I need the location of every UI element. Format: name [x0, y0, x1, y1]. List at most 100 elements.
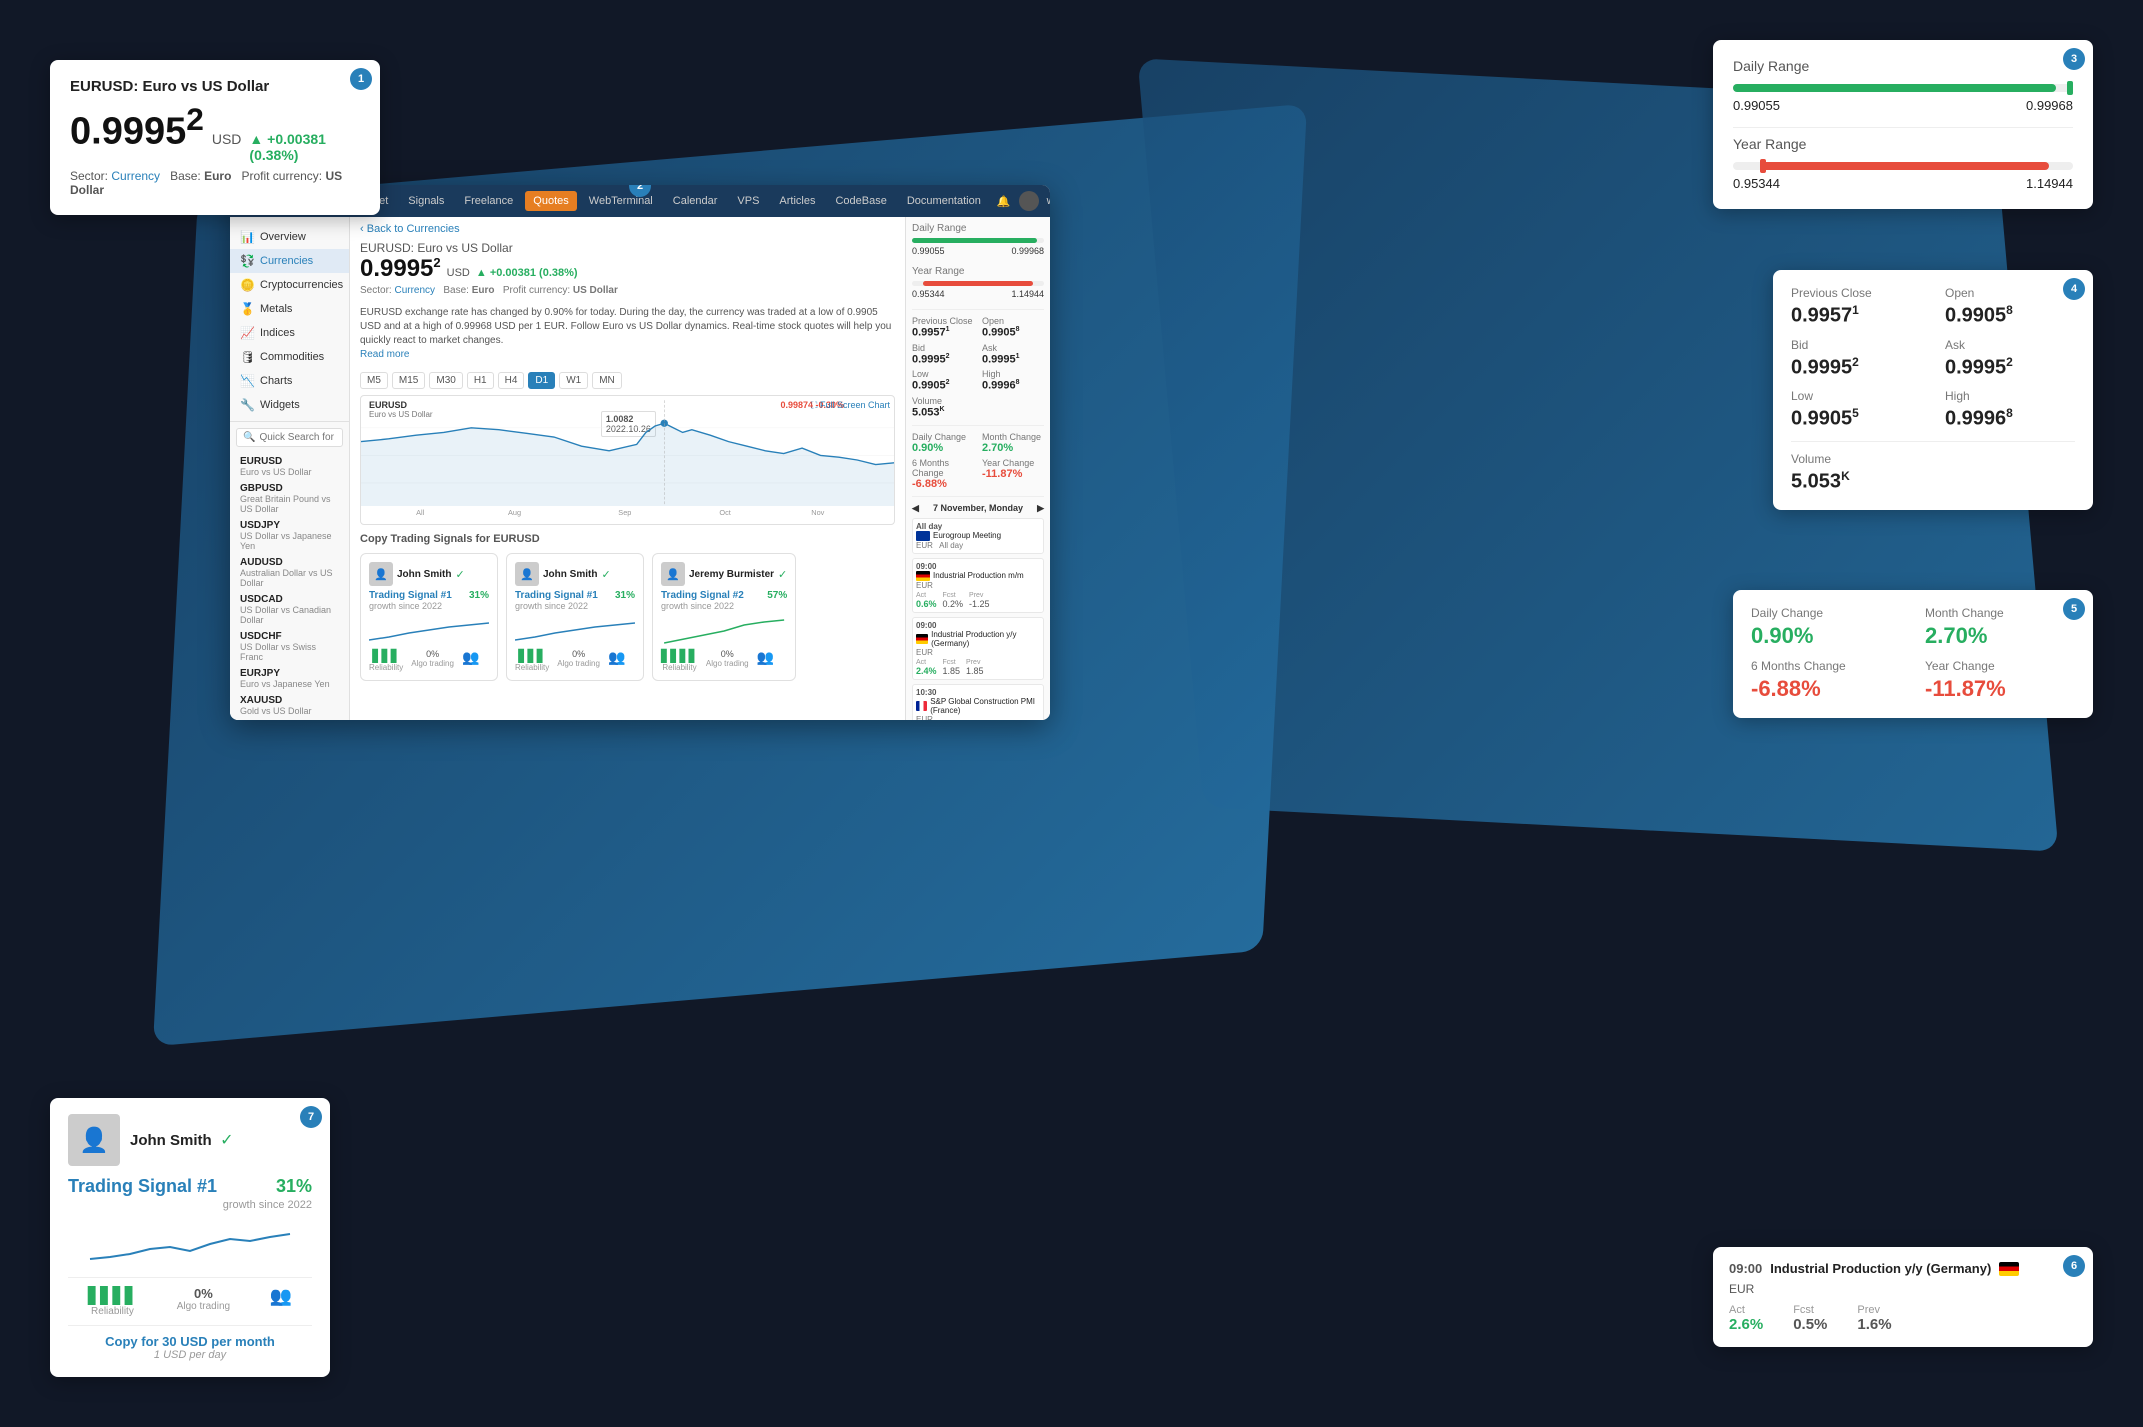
sidebar-item-commodities[interactable]: 🛢 Commodities	[230, 345, 349, 369]
sidebar-item-charts[interactable]: 📉 Charts	[230, 369, 349, 393]
economic-calendar: ◀ 7 November, Monday ▶ All day Eurogroup…	[912, 503, 1044, 720]
signal3-name[interactable]: Trading Signal #2	[661, 590, 744, 601]
panel-daily-change-lbl: Daily Change	[912, 432, 974, 442]
reliability-bars: ▋▋▋▋	[88, 1286, 137, 1306]
panel-daily-change: 0.90%	[912, 442, 974, 454]
read-more-link[interactable]: Read more	[360, 349, 409, 360]
signal-user-name: John Smith	[130, 1132, 212, 1149]
sidebar-item-overview[interactable]: 📊 Overview	[230, 225, 349, 249]
symbol-usdcad[interactable]: USDCAD US Dollar vs Canadian Dollar	[230, 591, 349, 628]
event-ind1-name: Industrial Production m/m	[933, 571, 1024, 580]
btn-m30[interactable]: M30	[429, 372, 462, 389]
event-industrial2[interactable]: 09:00 Industrial Production y/y (Germany…	[912, 617, 1044, 680]
nav-freelance[interactable]: Freelance	[456, 191, 521, 211]
search-input[interactable]	[259, 432, 336, 443]
volume-value: 5.053K	[1791, 469, 2075, 494]
btn-w1[interactable]: W1	[559, 372, 588, 389]
bid-label: Bid	[1791, 338, 1921, 352]
signal1-algo-label: Algo trading	[411, 659, 454, 668]
open-value: 0.99058	[1945, 303, 2075, 328]
card1-number: 1	[350, 68, 372, 90]
change-stats-card: 5 Daily Change 0.90% Month Change 2.70% …	[1733, 590, 2093, 718]
month-change-value: 2.70%	[1925, 623, 2075, 649]
btn-mn[interactable]: MN	[592, 372, 622, 389]
btn-h1[interactable]: H1	[467, 372, 494, 389]
btn-m15[interactable]: M15	[392, 372, 425, 389]
event-meeting-name: Eurogroup Meeting	[933, 531, 1001, 540]
panel-year-change: -11.87%	[982, 468, 1044, 480]
signal3-mini-chart	[661, 615, 787, 645]
nav-codebase[interactable]: CodeBase	[827, 191, 894, 211]
symbol-usdchf[interactable]: USDCHF US Dollar vs Swiss Franc	[230, 628, 349, 665]
sidebar-item-currencies[interactable]: 💱 Currencies	[230, 249, 349, 273]
signal-card-2[interactable]: 👤 John Smith ✓ Trading Signal #1 31% gro…	[506, 553, 644, 681]
quote-price: 0.99952	[360, 255, 441, 283]
sidebar-item-indices[interactable]: 📈 Indices	[230, 321, 349, 345]
cta-text[interactable]: Copy for 30 USD per month	[68, 1334, 312, 1349]
fcst-value: 0.5%	[1793, 1316, 1827, 1333]
signal1-username: John Smith	[397, 569, 451, 580]
reliability-label: Reliability	[88, 1306, 137, 1317]
signal3-reliability-bars: ▋▋▋▋	[661, 649, 698, 663]
event-pmi-france[interactable]: 10:30 S&P Global Construction PMI (Franc…	[912, 684, 1044, 720]
quote-change: ▲ +0.00381 (0.38%)	[476, 267, 578, 279]
signal1-algo-value: 0%	[411, 649, 454, 659]
back-link[interactable]: Back to Currencies	[350, 217, 905, 241]
symbol-search[interactable]: 🔍	[236, 428, 343, 447]
nav-webterminal[interactable]: WebTerminal	[581, 191, 661, 211]
event-industrial1[interactable]: 09:00 Industrial Production m/m EUR Act0…	[912, 558, 1044, 613]
nav-bell[interactable]: 🔔	[997, 195, 1011, 208]
card1-price: 0.99952	[70, 101, 204, 154]
btn-h4[interactable]: H4	[498, 372, 525, 389]
signal1-name[interactable]: Trading Signal #1	[369, 590, 452, 601]
sidebar-item-metals[interactable]: 🥇 Metals	[230, 297, 349, 321]
panel-year-low: 0.95344	[912, 289, 945, 299]
sidebar-label-overview: Overview	[260, 231, 306, 243]
signal1-pct: 31%	[469, 590, 489, 601]
eu-flag	[916, 531, 930, 541]
year-low: 0.95344	[1733, 176, 1780, 191]
nav-right: 🔔 wkudel 🇬🇧 English 🔍	[997, 191, 1050, 211]
volume-label: Volume	[1791, 452, 2075, 466]
next-day-btn[interactable]: ▶	[1037, 503, 1044, 514]
price-details-card: 4 Previous Close 0.99571 Open 0.99058 Bi…	[1773, 270, 2093, 510]
signal-card-3[interactable]: 👤 Jeremy Burmister ✓ Trading Signal #2 5…	[652, 553, 796, 681]
event-eurogroup[interactable]: All day Eurogroup Meeting EUR All day	[912, 518, 1044, 554]
nav-vps[interactable]: VPS	[729, 191, 767, 211]
signal3-algo-label: Algo trading	[706, 659, 749, 668]
sidebar-item-widgets[interactable]: 🔧 Widgets	[230, 393, 349, 417]
btn-m5[interactable]: M5	[360, 372, 388, 389]
symbol-eurjpy[interactable]: EURJPY Euro vs Japanese Yen	[230, 665, 349, 692]
prev-day-btn[interactable]: ◀	[912, 503, 919, 514]
symbol-usdjpy[interactable]: USDJPY US Dollar vs Japanese Yen	[230, 517, 349, 554]
symbol-eurgbp[interactable]: EURGBP Euro vs Great Britain Pound	[230, 719, 349, 720]
economic-event-card: 6 09:00 Industrial Production y/y (Germa…	[1713, 1247, 2093, 1347]
sidebar-item-crypto[interactable]: 🪙 Cryptocurrencies	[230, 273, 349, 297]
panel-year-change-lbl: Year Change	[982, 458, 1044, 468]
card1-sector-link[interactable]: Currency	[111, 169, 160, 183]
card1-unit: USD	[212, 131, 242, 147]
symbol-audusd[interactable]: AUDUSD Australian Dollar vs US Dollar	[230, 554, 349, 591]
event-ind2-name: Industrial Production y/y (Germany)	[931, 630, 1040, 648]
card5-number: 5	[2063, 598, 2085, 620]
symbol-xauusd[interactable]: XAUUSD Gold vs US Dollar	[230, 692, 349, 719]
signal2-name[interactable]: Trading Signal #1	[515, 590, 598, 601]
nav-signals[interactable]: Signals	[400, 191, 452, 211]
nav-documentation[interactable]: Documentation	[899, 191, 989, 211]
signal-card-1[interactable]: 👤 John Smith ✓ Trading Signal #1 31% gro…	[360, 553, 498, 681]
symbol-eurusd[interactable]: EURUSD Euro vs US Dollar	[230, 453, 349, 480]
eurusd-price-card: 1 EURUSD: Euro vs US Dollar 0.99952 USD …	[50, 60, 380, 215]
nav-calendar[interactable]: Calendar	[665, 191, 726, 211]
signal-mini-chart	[68, 1219, 312, 1269]
sector-link[interactable]: Currency	[394, 285, 435, 296]
nav-avatar[interactable]	[1019, 191, 1039, 211]
quote-pair-title: EURUSD: Euro vs US Dollar	[360, 241, 895, 255]
nav-articles[interactable]: Articles	[771, 191, 823, 211]
signal2-people-icon: 👥	[608, 649, 625, 666]
nav-quotes[interactable]: Quotes	[525, 191, 576, 211]
indices-icon: 📈	[240, 326, 254, 340]
card1-title: EURUSD: Euro vs US Dollar	[70, 78, 360, 95]
btn-d1[interactable]: D1	[528, 372, 555, 389]
symbol-gbpusd[interactable]: GBPUSD Great Britain Pound vs US Dollar	[230, 480, 349, 517]
panel-bid: 0.99952	[912, 353, 974, 366]
